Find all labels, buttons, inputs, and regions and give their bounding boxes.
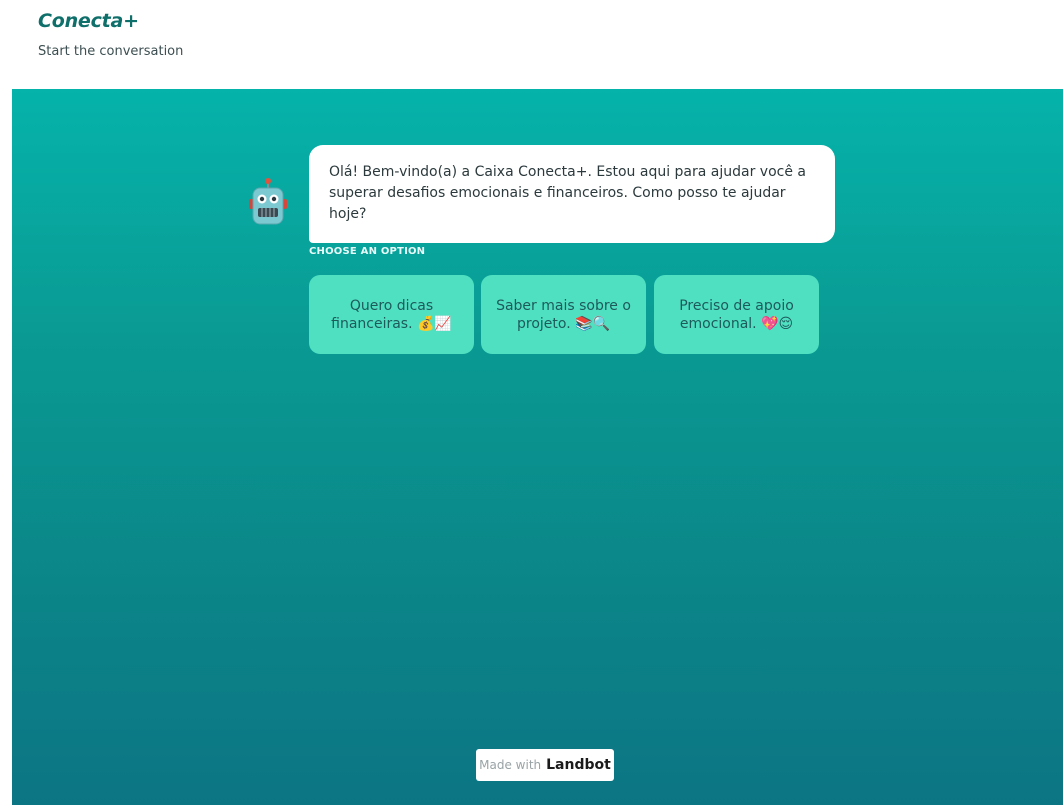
option-label: Preciso de apoio emocional. 💖😌 — [679, 297, 794, 332]
options-label: CHOOSE AN OPTION — [309, 246, 426, 257]
chat-area: Olá! Bem-vindo(a) a Caixa Conecta+. Esto… — [12, 89, 1063, 805]
landbot-logo: Landbot — [546, 757, 611, 773]
robot-icon — [248, 177, 288, 227]
made-with-text: Made with — [479, 758, 542, 772]
app-title: Conecta+ — [38, 10, 139, 32]
app-subtitle: Start the conversation — [38, 44, 184, 59]
made-with-landbot-link[interactable]: Made with Landbot — [476, 749, 614, 781]
option-emotional-support-button[interactable]: Preciso de apoio emocional. 💖😌 — [654, 275, 819, 354]
bot-message-bubble: Olá! Bem-vindo(a) a Caixa Conecta+. Esto… — [309, 145, 835, 243]
option-label: Quero dicas financeiras. 💰📈 — [331, 297, 452, 332]
option-about-project-button[interactable]: Saber mais sobre o projeto. 📚🔍 — [481, 275, 646, 354]
option-financial-tips-button[interactable]: Quero dicas financeiras. 💰📈 — [309, 275, 474, 354]
option-label: Saber mais sobre o projeto. 📚🔍 — [496, 297, 631, 332]
page-header: Conecta+ Start the conversation — [0, 0, 1063, 89]
